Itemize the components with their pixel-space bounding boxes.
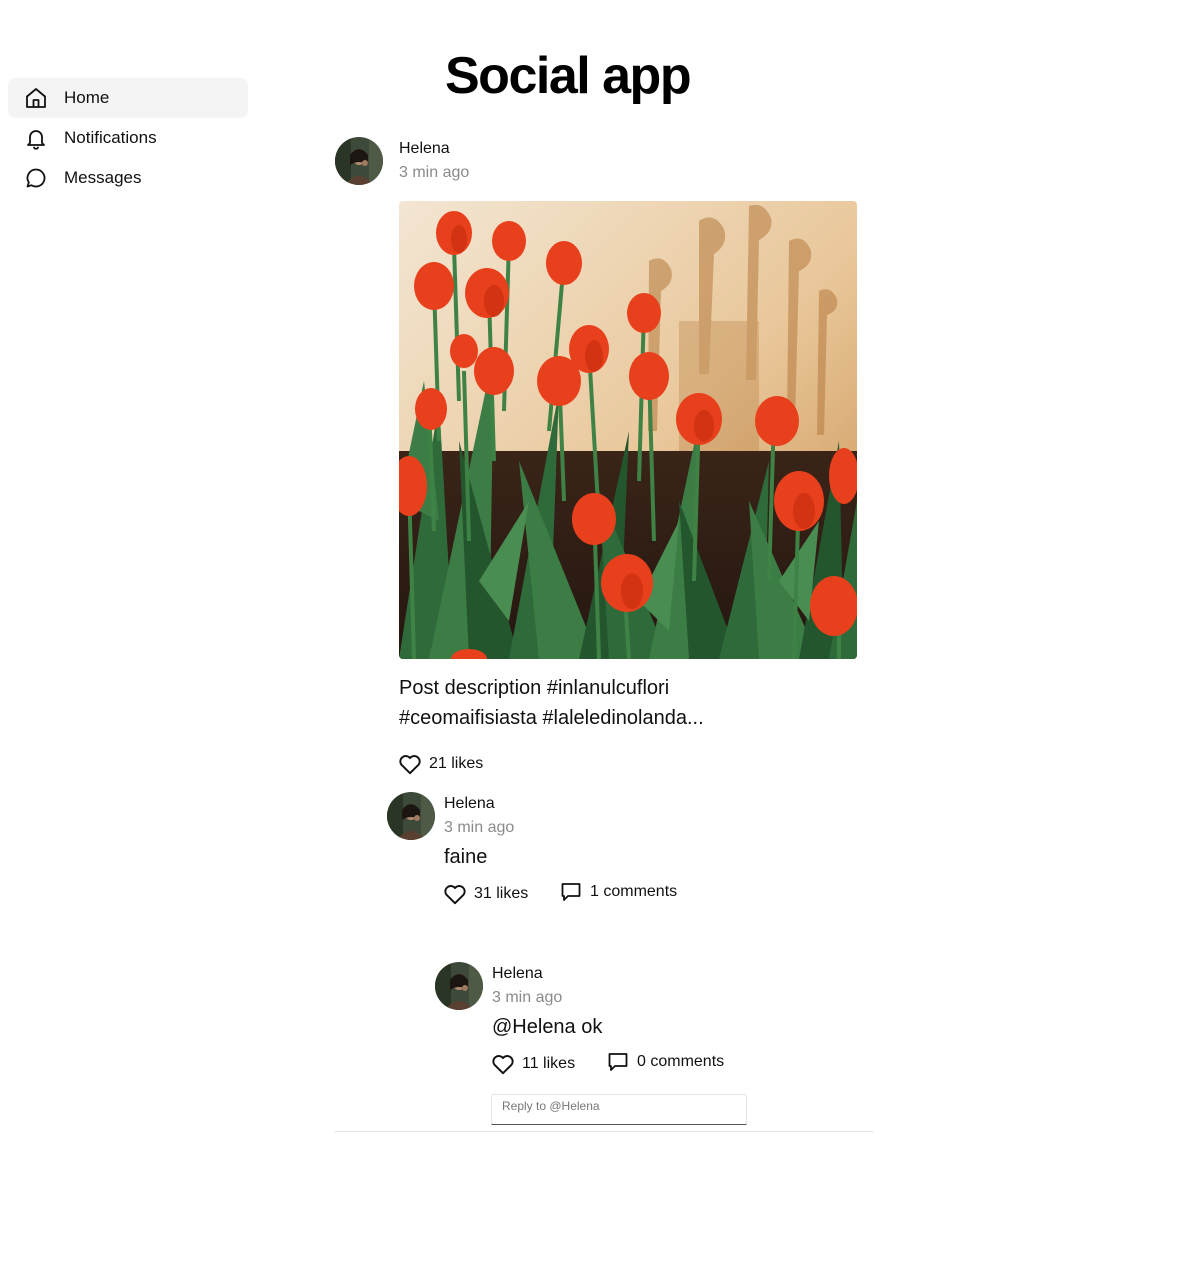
reply-timestamp: 3 min ago — [492, 989, 563, 1006]
reply-reply-count: 0 comments — [637, 1053, 725, 1070]
comment-icon — [558, 879, 584, 905]
sidebar-item-label: Messages — [64, 168, 142, 187]
avatar[interactable] — [335, 137, 383, 185]
reply-avatar[interactable] — [435, 962, 483, 1010]
home-icon — [24, 86, 48, 110]
comment-reply-count: 1 comments — [590, 883, 678, 900]
sidebar-item-label: Home — [64, 88, 110, 107]
sidebar-item-messages[interactable]: Messages — [8, 158, 248, 198]
post-image[interactable] — [399, 201, 857, 659]
post-timestamp: 3 min ago — [399, 164, 470, 181]
comment-replies-button[interactable]: 1 comments — [558, 879, 677, 905]
reply-input[interactable] — [491, 1094, 747, 1125]
sidebar: Home Notifications Messages — [8, 78, 248, 198]
comment-timestamp: 3 min ago — [444, 819, 515, 836]
comment-author[interactable]: Helena — [444, 795, 495, 813]
reply-like-button[interactable]: 11 likes — [490, 1051, 575, 1077]
heart-icon — [442, 881, 468, 907]
post-like-count: 21 likes — [429, 755, 484, 772]
comment-like-count: 31 likes — [474, 885, 529, 902]
sidebar-item-notifications[interactable]: Notifications — [8, 118, 248, 158]
reply-author[interactable]: Helena — [492, 965, 543, 983]
sidebar-item-home[interactable]: Home — [8, 78, 248, 118]
heart-icon — [490, 1051, 516, 1077]
divider — [335, 1131, 873, 1132]
comment-avatar[interactable] — [387, 792, 435, 840]
post-author[interactable]: Helena — [399, 140, 450, 158]
post-description-line: #ceomaifisiasta #laleledinolanda... — [399, 707, 704, 729]
app-root: Home Notifications Messages Social app H… — [0, 0, 1191, 1274]
reply-text: @Helena ok — [492, 1016, 603, 1038]
heart-icon — [397, 751, 423, 777]
comment-like-button[interactable]: 31 likes — [442, 881, 528, 907]
reply-replies-button[interactable]: 0 comments — [605, 1049, 724, 1075]
comment-text: faine — [444, 846, 488, 868]
message-icon — [24, 166, 48, 190]
post-like-button[interactable]: 21 likes — [397, 751, 483, 777]
post-description-line: Post description #inlanulcuflori — [399, 677, 670, 699]
bell-icon — [24, 126, 48, 150]
sidebar-item-label: Notifications — [64, 128, 157, 147]
reply-like-count: 11 likes — [522, 1055, 576, 1072]
post-description: Post description #inlanulcuflori #ceomai… — [399, 673, 859, 733]
page-title: Social app — [445, 47, 692, 105]
comment-icon — [605, 1049, 631, 1075]
